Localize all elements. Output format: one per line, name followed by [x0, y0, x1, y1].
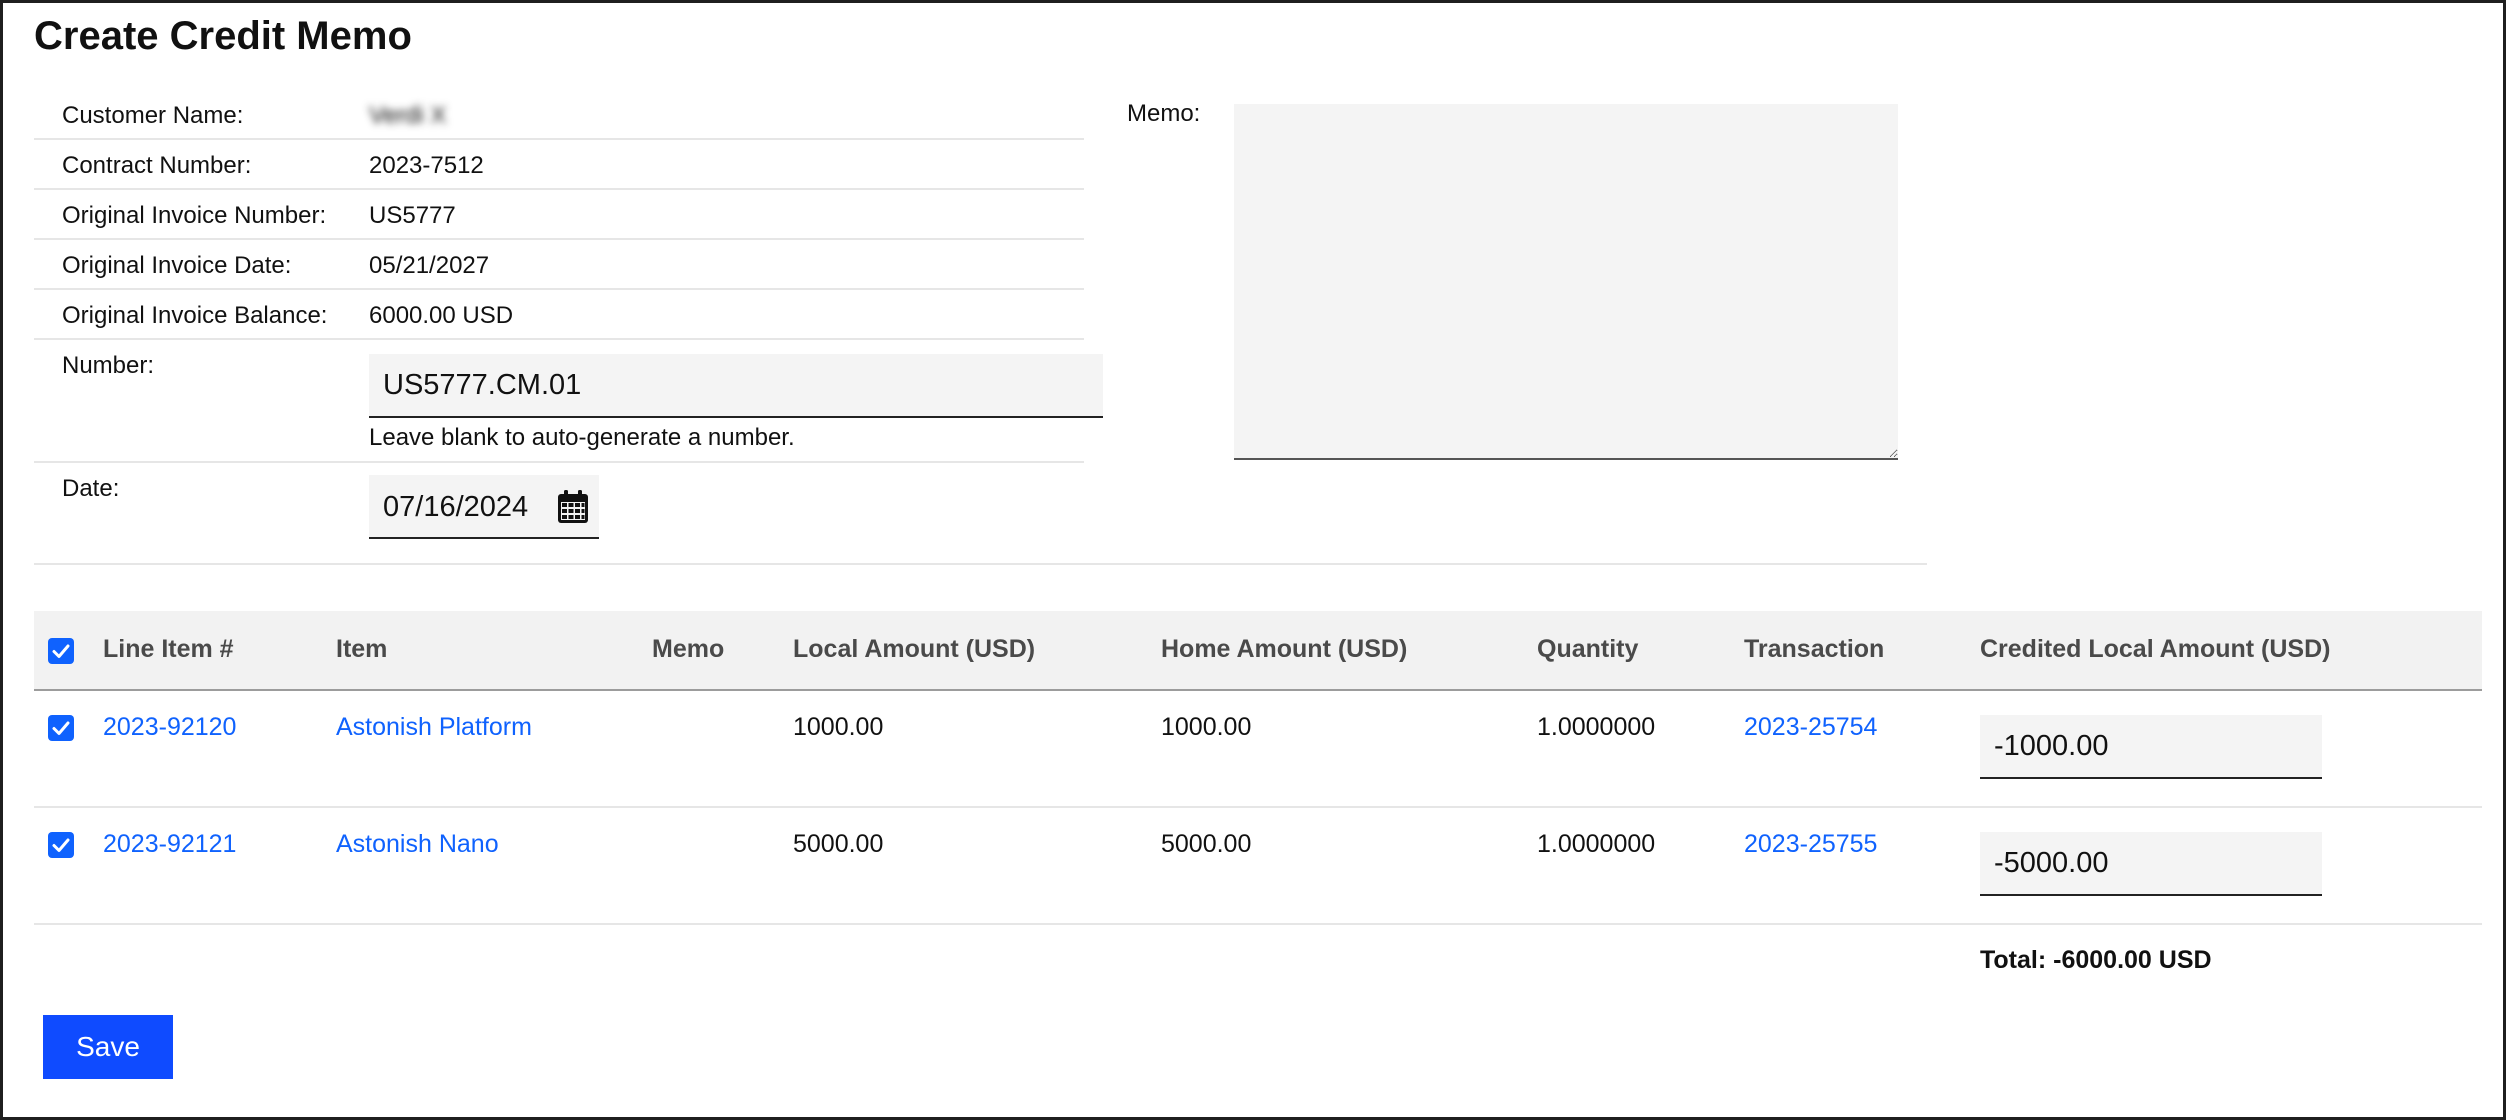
- memo-label: Memo:: [1127, 100, 1201, 127]
- page-title: Create Credit Memo: [34, 14, 412, 58]
- number-input[interactable]: [369, 354, 1103, 418]
- customer-name-label: Customer Name:: [62, 102, 244, 129]
- item-link[interactable]: Astonish Nano: [336, 830, 499, 859]
- home-amount-cell: 1000.00: [1161, 713, 1252, 741]
- column-header-transaction[interactable]: Transaction: [1744, 635, 1884, 664]
- original-invoice-number-value: US5777: [369, 202, 456, 229]
- local-amount-cell: 5000.00: [793, 830, 884, 858]
- local-amount-cell: 1000.00: [793, 713, 884, 741]
- memo-textarea[interactable]: [1234, 104, 1898, 460]
- original-invoice-balance-value: 6000.00 USD: [369, 302, 514, 329]
- transaction-link[interactable]: 2023-25754: [1744, 713, 1877, 742]
- column-header-local-amount[interactable]: Local Amount (USD): [793, 635, 1035, 664]
- home-amount-cell: 5000.00: [1161, 830, 1252, 858]
- original-invoice-date-label: Original Invoice Date:: [62, 252, 292, 279]
- line-items-table-header: Line Item # Item Memo Local Amount (USD)…: [34, 611, 2482, 691]
- date-row: Date: 07/16/2024: [34, 463, 1084, 565]
- credit-total: Total: -6000.00 USD: [1980, 946, 2212, 974]
- transaction-link[interactable]: 2023-25755: [1744, 830, 1877, 859]
- contract-number-label: Contract Number:: [62, 152, 252, 179]
- customer-name-row: Customer Name: Verdi X: [34, 90, 1084, 140]
- contract-number-value: 2023-7512: [369, 152, 484, 179]
- original-invoice-balance-label: Original Invoice Balance:: [62, 302, 328, 329]
- column-header-quantity[interactable]: Quantity: [1537, 635, 1638, 664]
- item-link[interactable]: Astonish Platform: [336, 713, 532, 742]
- quantity-cell: 1.0000000: [1537, 830, 1656, 858]
- number-helper-text: Leave blank to auto-generate a number.: [369, 424, 795, 451]
- select-all-checkbox[interactable]: [48, 638, 74, 664]
- calendar-icon[interactable]: [557, 490, 589, 524]
- checkmark-icon: [52, 721, 70, 735]
- column-header-item[interactable]: Item: [336, 635, 387, 664]
- number-label: Number:: [62, 352, 155, 379]
- original-invoice-date-value: 05/21/2027: [369, 252, 490, 279]
- date-picker[interactable]: 07/16/2024: [369, 475, 599, 539]
- column-header-credited-local-amount[interactable]: Credited Local Amount (USD): [1980, 635, 2330, 664]
- checkmark-icon: [52, 644, 70, 658]
- column-header-line-item[interactable]: Line Item #: [103, 635, 234, 664]
- save-button[interactable]: Save: [43, 1015, 173, 1079]
- row-checkbox[interactable]: [48, 832, 74, 858]
- section-divider: [34, 563, 1927, 565]
- original-invoice-balance-row: Original Invoice Balance: 6000.00 USD: [34, 290, 1084, 340]
- checkmark-icon: [52, 838, 70, 852]
- column-header-home-amount[interactable]: Home Amount (USD): [1161, 635, 1407, 664]
- row-checkbox[interactable]: [48, 715, 74, 741]
- column-header-memo[interactable]: Memo: [652, 635, 724, 664]
- original-invoice-number-label: Original Invoice Number:: [62, 202, 327, 229]
- original-invoice-number-row: Original Invoice Number: US5777: [34, 190, 1084, 240]
- date-label: Date:: [62, 475, 120, 502]
- line-item-link[interactable]: 2023-92121: [103, 830, 236, 859]
- customer-name-value: Verdi X: [369, 102, 447, 129]
- line-item-link[interactable]: 2023-92120: [103, 713, 236, 742]
- credit-memo-info: Customer Name: Verdi X Contract Number: …: [34, 90, 1103, 565]
- contract-number-row: Contract Number: 2023-7512: [34, 140, 1084, 190]
- date-input[interactable]: 07/16/2024: [383, 491, 528, 524]
- original-invoice-date-row: Original Invoice Date: 05/21/2027: [34, 240, 1084, 290]
- number-row: Number: Leave blank to auto-generate a n…: [34, 340, 1103, 463]
- credited-amount-input[interactable]: [1980, 715, 2322, 779]
- table-row: 2023-92120 Astonish Platform 1000.00 100…: [34, 691, 2482, 808]
- credited-amount-input[interactable]: [1980, 832, 2322, 896]
- table-row: 2023-92121 Astonish Nano 5000.00 5000.00…: [34, 808, 2482, 925]
- quantity-cell: 1.0000000: [1537, 713, 1656, 741]
